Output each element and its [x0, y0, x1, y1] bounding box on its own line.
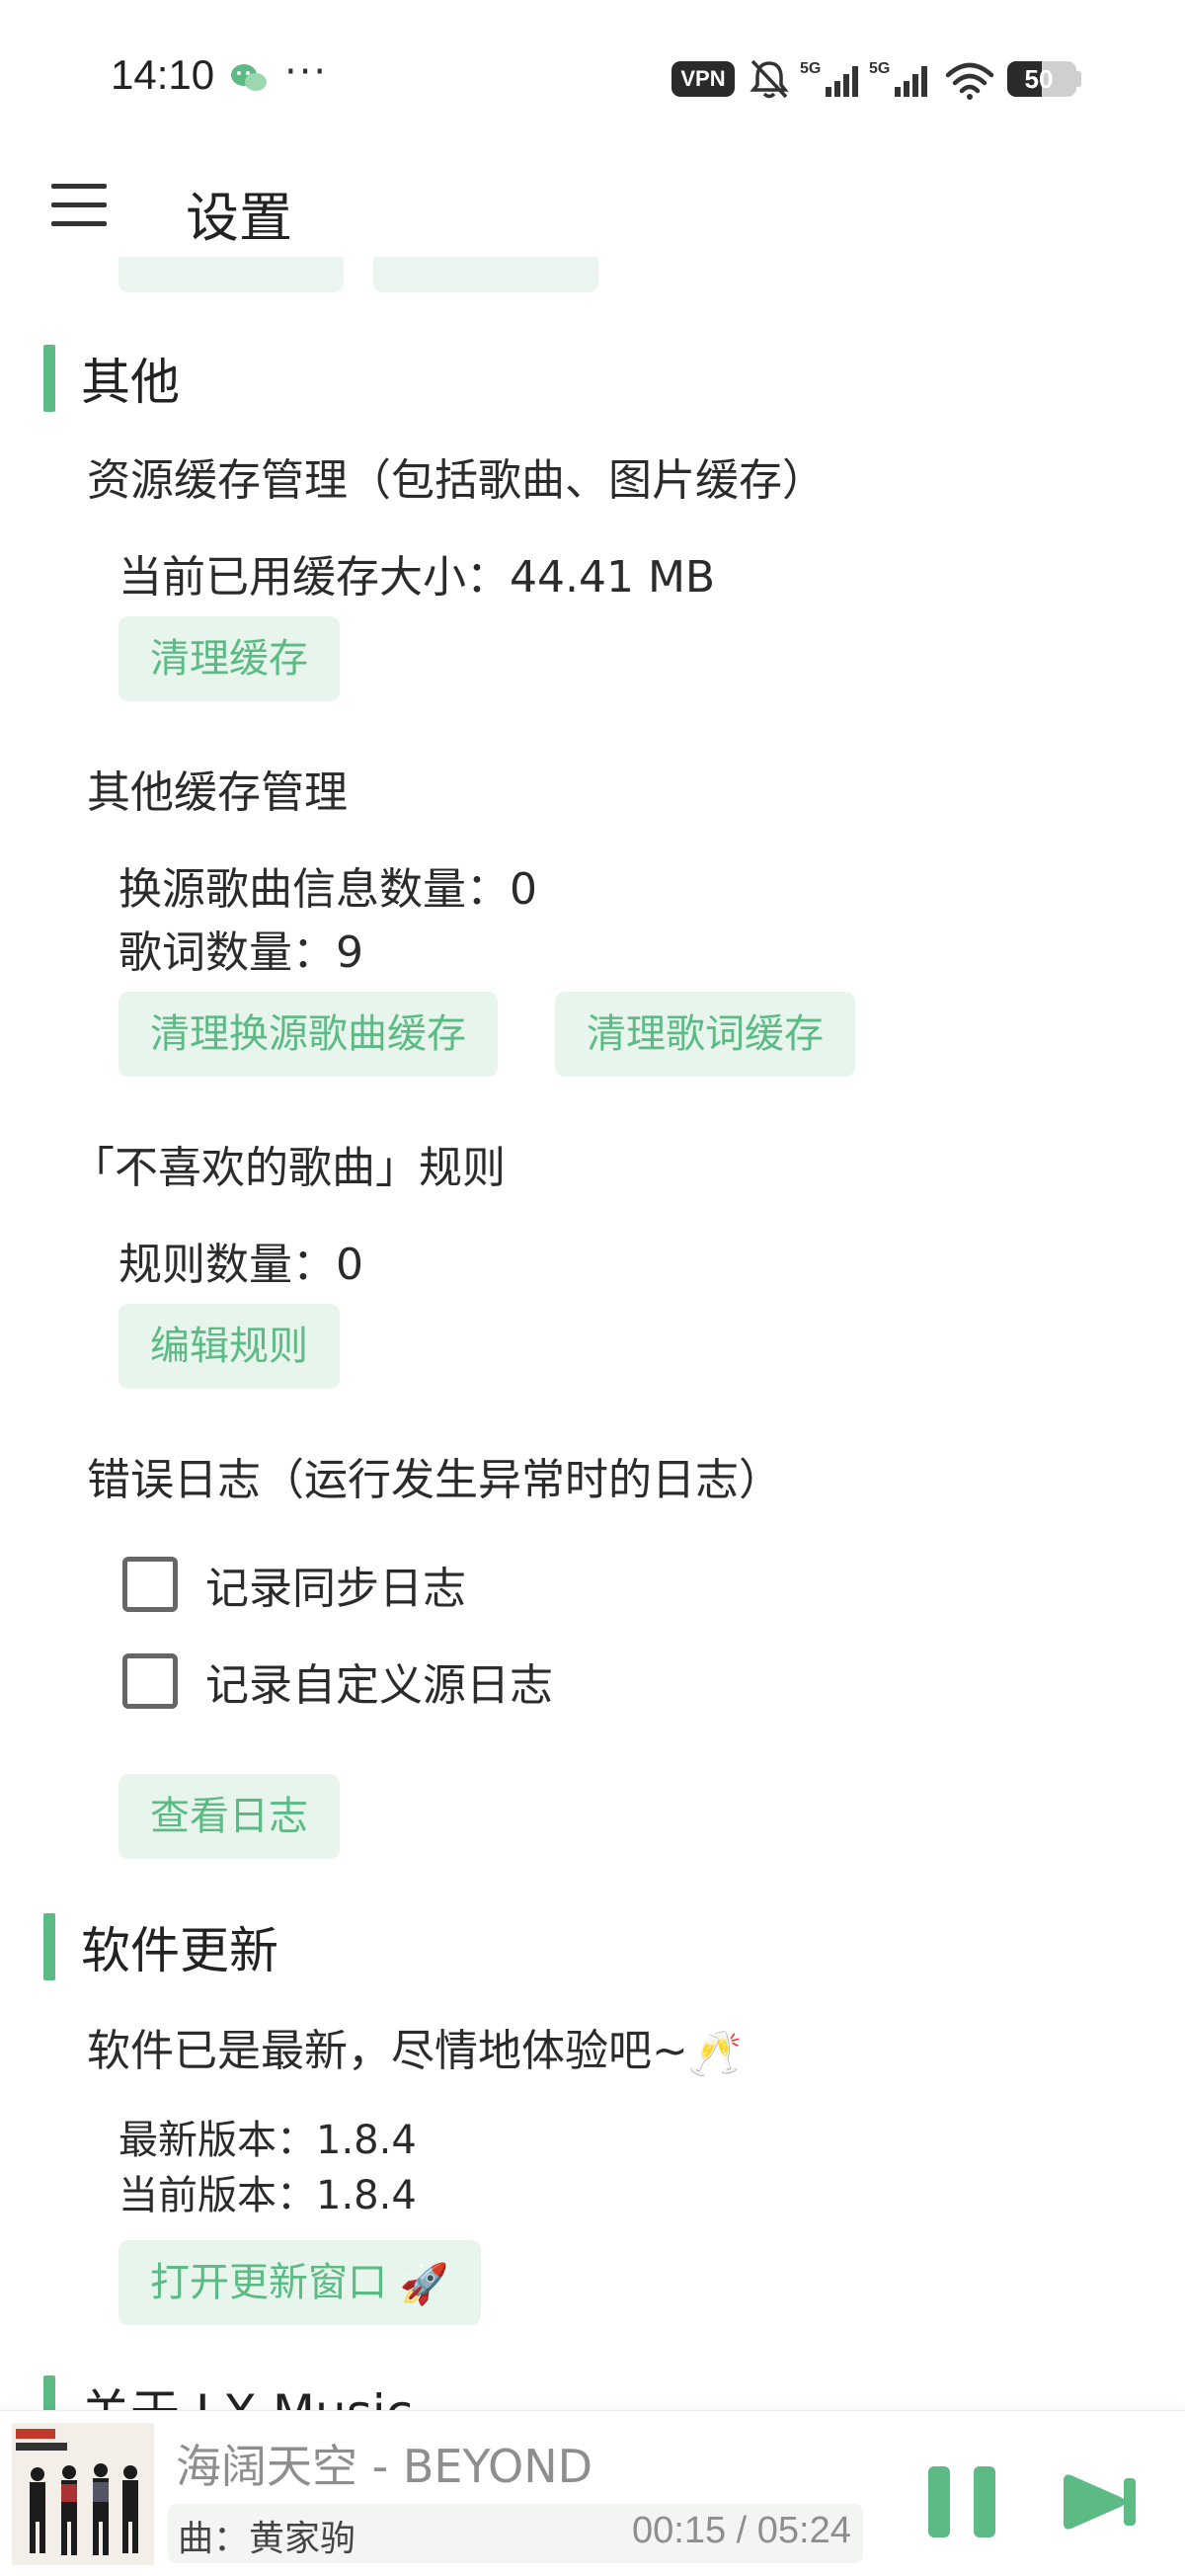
battery-icon: 50 — [1007, 61, 1076, 97]
player-bar[interactable]: 海阔天空 - BEYOND 曲：黄家驹 00:15 / 05:24 — [0, 2410, 1185, 2576]
mute-bell-icon — [750, 59, 789, 99]
section-accent-bar — [43, 1913, 55, 1980]
wechat-icon — [231, 64, 267, 91]
next-track-icon[interactable] — [1063, 2474, 1138, 2530]
latest-version: 最新版本：1.8.4 — [118, 2118, 417, 2163]
cache-size-text: 当前已用缓存大小：44.41 MB — [118, 552, 716, 603]
status-time: 14:10 — [111, 51, 215, 98]
lyric-count: 歌词数量：9 — [118, 927, 363, 978]
album-art-image — [12, 2423, 154, 2565]
song-title: 海阔天空 - BEYOND — [176, 2440, 593, 2493]
svg-text:5G: 5G — [800, 60, 821, 77]
current-lyric: 曲：黄家驹 — [178, 2519, 356, 2559]
other-cache-title: 其他缓存管理 — [87, 767, 348, 818]
svg-text:5G: 5G — [869, 60, 890, 77]
more-notifications-icon: ··· — [284, 49, 329, 95]
clear-lyric-cache-button[interactable]: 清理歌词缓存 — [555, 992, 855, 1077]
edit-rules-button[interactable]: 编辑规则 — [118, 1304, 340, 1389]
section-accent-bar — [43, 2375, 55, 2410]
signal-5g-icon-2: 5G — [869, 60, 927, 97]
rule-count: 规则数量：0 — [118, 1240, 363, 1290]
signal-5g-icon-1: 5G — [800, 60, 858, 97]
clear-source-cache-button[interactable]: 清理换源歌曲缓存 — [118, 992, 498, 1077]
dislike-rules-title: 「不喜欢的歌曲」规则 — [71, 1143, 506, 1193]
custom-source-log-checkbox[interactable] — [122, 1653, 178, 1709]
rocket-icon: 🚀 — [399, 2262, 449, 2307]
sync-log-label: 记录同步日志 — [205, 1564, 466, 1614]
error-log-title: 错误日志（运行发生异常时的日志） — [87, 1455, 782, 1505]
cheers-icon: 🥂 — [687, 2029, 743, 2079]
vpn-badge: VPN — [672, 61, 735, 97]
scrolled-button-1[interactable] — [118, 257, 344, 292]
status-bar: 14:10 ··· VPN 5G 5G 50 — [0, 0, 1185, 158]
about-section-peek: 关于 LX Music — [0, 2371, 1185, 2410]
section-accent-bar — [43, 345, 55, 412]
clear-cache-button[interactable]: 清理缓存 — [118, 616, 340, 701]
wifi-icon — [945, 62, 994, 100]
update-status: 软件已是最新，尽情地体验吧~🥂 — [87, 2026, 743, 2079]
section-about-title: 关于 LX Music — [43, 2375, 413, 2410]
custom-source-log-label: 记录自定义源日志 — [205, 1660, 553, 1711]
source-song-count: 换源歌曲信息数量：0 — [118, 864, 537, 915]
open-update-window-button[interactable]: 打开更新窗口 🚀 — [118, 2240, 481, 2325]
menu-icon[interactable] — [51, 184, 107, 227]
playback-time: 00:15 / 05:24 — [632, 2510, 851, 2551]
page-title: 设置 — [186, 187, 292, 249]
current-version: 当前版本：1.8.4 — [118, 2173, 417, 2218]
sync-log-checkbox[interactable] — [122, 1557, 178, 1612]
cache-management-title: 资源缓存管理（包括歌曲、图片缓存） — [87, 455, 826, 506]
battery-level: 50 — [1024, 64, 1054, 94]
custom-source-log-checkbox-row[interactable]: 记录自定义源日志 — [122, 1650, 553, 1713]
battery-tip — [1076, 71, 1081, 87]
scrolled-button-2[interactable] — [373, 257, 598, 292]
view-log-button[interactable]: 查看日志 — [118, 1774, 340, 1859]
sync-log-checkbox-row[interactable]: 记录同步日志 — [122, 1553, 466, 1616]
pause-button[interactable] — [928, 2466, 997, 2537]
section-update-title: 软件更新 — [43, 1912, 278, 1981]
section-other-title: 其他 — [43, 344, 180, 413]
album-cover[interactable] — [12, 2423, 154, 2565]
